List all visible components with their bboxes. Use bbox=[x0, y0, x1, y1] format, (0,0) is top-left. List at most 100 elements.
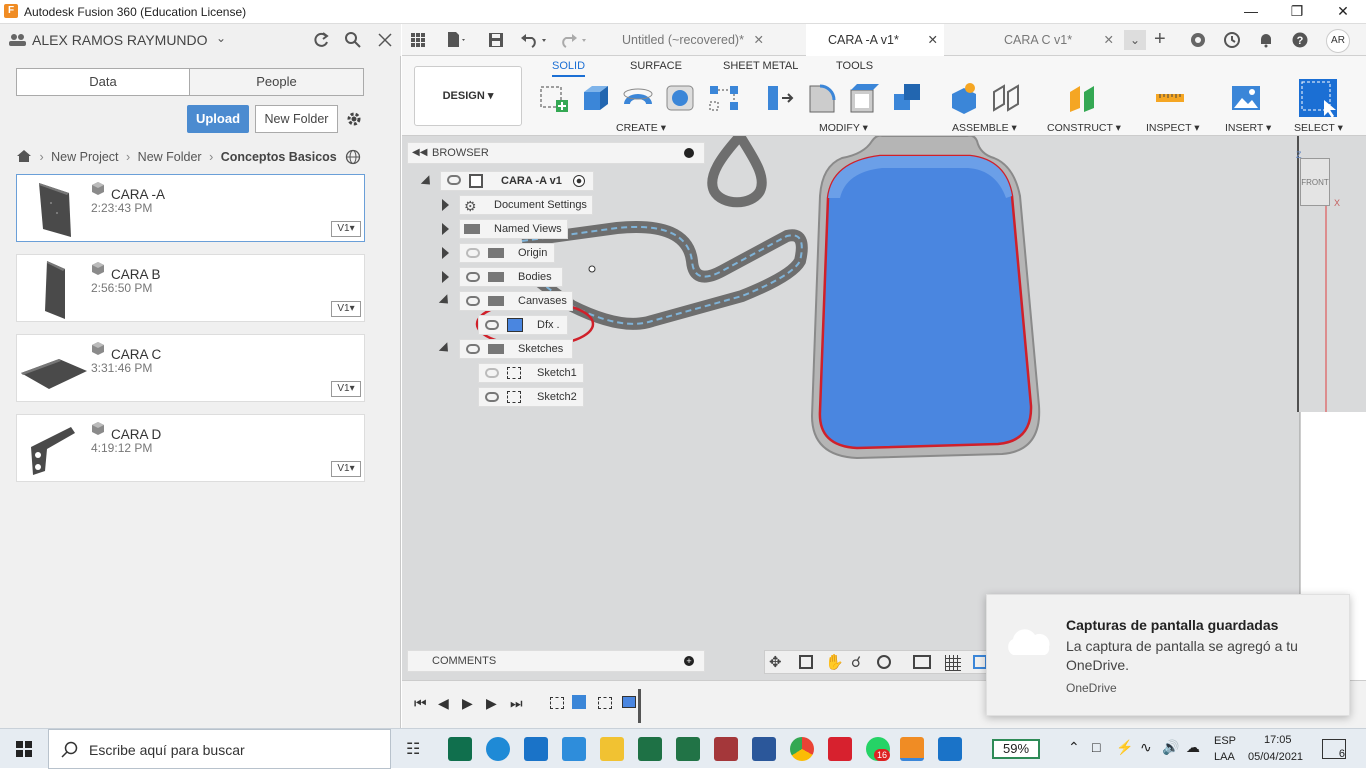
excel-icon[interactable] bbox=[676, 737, 700, 761]
eye-icon[interactable] bbox=[485, 320, 499, 330]
save-icon[interactable] bbox=[488, 32, 504, 48]
volume-icon[interactable]: 🔊 bbox=[1162, 739, 1179, 756]
breadcrumb-item-project[interactable]: New Project bbox=[51, 150, 118, 164]
ribbon-tab-surface[interactable]: SURFACE bbox=[630, 60, 682, 72]
doc-tab-cara-c[interactable]: CARA C v1* ✕ bbox=[982, 24, 1122, 56]
browser-node-sketch1[interactable]: Sketch1 bbox=[478, 363, 584, 383]
doc-tab-untitled[interactable]: Untitled (~recovered)* ✕ bbox=[600, 24, 772, 56]
search-icon[interactable] bbox=[344, 31, 362, 49]
version-badge[interactable]: V1▾ bbox=[331, 221, 361, 237]
new-component-icon[interactable] bbox=[948, 82, 980, 114]
planner-icon[interactable] bbox=[638, 737, 662, 761]
close-window-button[interactable]: ✕ bbox=[1320, 0, 1366, 24]
file-card-cara-b[interactable]: CARA B 2:56:50 PM V1▾ bbox=[16, 254, 365, 322]
fit-icon[interactable] bbox=[877, 655, 891, 669]
browser-root-node[interactable]: CARA -A v1 bbox=[440, 171, 594, 191]
expand-arrow-icon[interactable] bbox=[442, 223, 449, 235]
add-comment-icon[interactable]: + bbox=[684, 656, 694, 666]
press-pull-icon[interactable] bbox=[764, 82, 796, 114]
home-icon[interactable] bbox=[16, 149, 32, 163]
viewports-icon[interactable] bbox=[973, 655, 987, 669]
viewcube[interactable]: Z FRONT X bbox=[1296, 150, 1340, 208]
file-menu-icon[interactable] bbox=[446, 31, 468, 49]
timeline-sketch-icon[interactable] bbox=[550, 697, 564, 709]
workspace-switcher[interactable]: DESIGN ▾ bbox=[414, 66, 522, 126]
group-modify[interactable]: MODIFY ▾ bbox=[819, 122, 868, 134]
browser-node-named-views[interactable]: Named Views bbox=[459, 219, 568, 239]
timeline-extrude-icon[interactable] bbox=[572, 695, 586, 709]
version-badge[interactable]: V1▾ bbox=[331, 381, 361, 397]
edge-icon[interactable] bbox=[486, 737, 510, 761]
clock-date[interactable]: 05/04/2021 bbox=[1248, 751, 1303, 763]
chevron-up-icon[interactable]: ⌃ bbox=[1068, 739, 1080, 756]
toast-notification[interactable]: Capturas de pantalla guardadas La captur… bbox=[986, 594, 1350, 716]
step-back-icon[interactable]: ◀ bbox=[438, 695, 449, 712]
file-card-cara-a[interactable]: CARA -A 2:23:43 PM V1▾ bbox=[16, 174, 365, 242]
language-indicator[interactable]: ESP bbox=[1214, 735, 1236, 747]
user-name[interactable]: ALEX RAMOS RAYMUNDO bbox=[32, 32, 208, 48]
new-folder-button[interactable]: New Folder bbox=[255, 105, 338, 133]
comments-panel[interactable]: COMMENTS + bbox=[407, 650, 705, 672]
breadcrumb-item-folder[interactable]: New Folder bbox=[138, 150, 202, 164]
browser-node-dfx[interactable]: Dfx . bbox=[478, 315, 568, 335]
close-tab-icon[interactable]: ✕ bbox=[928, 24, 938, 56]
access-icon[interactable] bbox=[714, 737, 738, 761]
battery-indicator[interactable]: 59% bbox=[992, 739, 1040, 759]
grid-menu-icon[interactable] bbox=[410, 32, 426, 48]
power-icon[interactable]: ⚡ bbox=[1116, 739, 1133, 756]
group-insert[interactable]: INSERT ▾ bbox=[1225, 122, 1271, 134]
timeline-marker[interactable] bbox=[638, 689, 641, 723]
keyboard-layout[interactable]: LAA bbox=[1214, 751, 1235, 763]
help-icon[interactable]: ? bbox=[1292, 32, 1308, 48]
file-card-cara-c[interactable]: CARA C 3:31:46 PM V1▾ bbox=[16, 334, 365, 402]
group-select[interactable]: SELECT ▾ bbox=[1294, 122, 1343, 134]
group-assemble[interactable]: ASSEMBLE ▾ bbox=[952, 122, 1017, 134]
doc-tab-cara-a[interactable]: CARA -A v1* ✕ bbox=[806, 24, 944, 56]
group-construct[interactable]: CONSTRUCT ▾ bbox=[1047, 122, 1121, 134]
timeline-sketch-icon[interactable] bbox=[598, 697, 612, 709]
look-at-icon[interactable] bbox=[799, 655, 813, 669]
account-avatar[interactable]: AR bbox=[1326, 29, 1350, 53]
clock-time[interactable]: 17:05 bbox=[1264, 734, 1292, 746]
wifi-icon[interactable]: ∿ bbox=[1140, 739, 1152, 756]
pan-icon[interactable]: ✋ bbox=[825, 653, 844, 671]
collapse-browser-icon[interactable]: ◀◀ bbox=[412, 147, 427, 158]
upload-button[interactable]: Upload bbox=[187, 105, 249, 133]
browser-pin-icon[interactable] bbox=[684, 148, 694, 158]
meet-now-icon[interactable]: □ bbox=[1092, 739, 1100, 755]
autodesk-icon[interactable] bbox=[828, 737, 852, 761]
extensions-icon[interactable] bbox=[1190, 32, 1206, 48]
hole-icon[interactable] bbox=[664, 82, 696, 114]
eye-hidden-icon[interactable] bbox=[485, 368, 499, 378]
tab-overflow-icon[interactable]: ⌄ bbox=[1124, 30, 1146, 50]
undo-icon[interactable] bbox=[520, 32, 548, 48]
onedrive-tray-icon[interactable]: ☁ bbox=[1186, 739, 1200, 756]
file-explorer-icon[interactable] bbox=[600, 737, 624, 761]
browser-node-bodies[interactable]: Bodies bbox=[459, 267, 563, 287]
browser-node-sketch2[interactable]: Sketch2 bbox=[478, 387, 584, 407]
eye-icon[interactable] bbox=[466, 344, 480, 354]
orbit-icon[interactable]: ✥ bbox=[769, 653, 782, 671]
viewcube-front-face[interactable]: FRONT bbox=[1300, 158, 1330, 206]
expand-arrow-icon[interactable] bbox=[442, 271, 449, 283]
globe-icon[interactable] bbox=[345, 149, 361, 165]
select-icon[interactable] bbox=[1298, 78, 1338, 118]
lync-icon[interactable] bbox=[562, 737, 586, 761]
timeline-canvas-icon[interactable] bbox=[622, 696, 636, 708]
play-icon[interactable]: ▶ bbox=[462, 695, 473, 712]
grid-settings-icon[interactable] bbox=[945, 655, 961, 671]
display-settings-icon[interactable] bbox=[913, 655, 931, 669]
go-to-start-icon[interactable]: ⏮ bbox=[414, 695, 427, 712]
browser-node-origin[interactable]: Origin bbox=[459, 243, 555, 263]
eye-icon[interactable] bbox=[466, 296, 480, 306]
chevron-down-icon[interactable]: ⌄ bbox=[216, 31, 226, 45]
browser-node-sketches[interactable]: Sketches bbox=[459, 339, 573, 359]
fusion360-taskbar-icon[interactable] bbox=[900, 737, 924, 761]
fillet-icon[interactable] bbox=[806, 82, 838, 114]
go-to-end-icon[interactable]: ⏭ bbox=[510, 695, 523, 712]
activate-radio-icon[interactable] bbox=[573, 175, 585, 187]
chrome-icon[interactable] bbox=[790, 737, 814, 761]
new-tab-icon[interactable]: + bbox=[1154, 28, 1166, 51]
revolve-icon[interactable] bbox=[622, 82, 654, 114]
version-badge[interactable]: V1▾ bbox=[331, 301, 361, 317]
